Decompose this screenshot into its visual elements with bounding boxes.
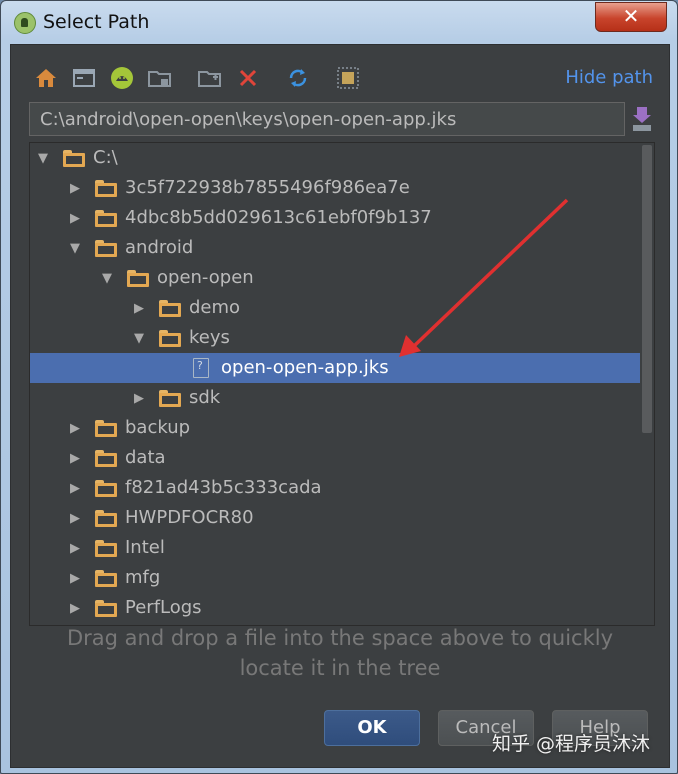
annotation-arrow (399, 198, 569, 357)
watermark: 知乎 @程序员沐沐 (492, 733, 651, 755)
select-path-dialog: Select Path ✕ Hide path C:\android\open-… (0, 0, 678, 774)
